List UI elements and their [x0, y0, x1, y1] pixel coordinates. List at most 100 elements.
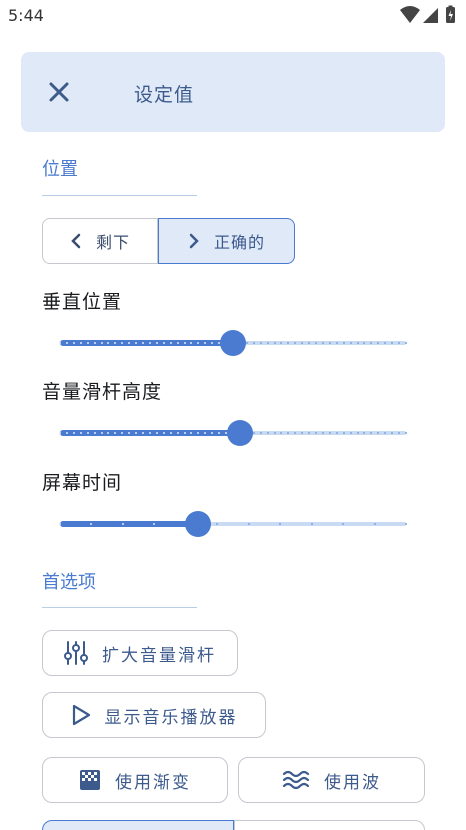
slider-tick: [86, 432, 89, 434]
wave-icon: [282, 770, 310, 790]
slider-tick: [148, 342, 151, 344]
slider-thumb[interactable]: [185, 511, 212, 537]
slider-tick: [183, 432, 186, 434]
position-right-label: 正确的: [213, 233, 265, 252]
expand-volume-slider-button[interactable]: 扩大音量滑杆: [42, 630, 238, 676]
slider-tick: [259, 342, 262, 344]
position-left-button[interactable]: 剩下: [42, 218, 158, 264]
section-label-preferences: 首选项: [42, 572, 96, 593]
battery-icon: [446, 5, 455, 23]
slider-label-screen-time: 屏幕时间: [42, 472, 123, 494]
section-divider: [42, 195, 197, 196]
play-icon: [72, 704, 90, 726]
show-music-player-button[interactable]: 显示音乐播放器: [42, 692, 266, 738]
screen-time-slider[interactable]: [59, 509, 407, 539]
vertical-position-slider[interactable]: [59, 328, 407, 358]
slider-tick: [176, 342, 179, 344]
use-gradient-button[interactable]: 使用渐变: [42, 757, 228, 803]
slider-tick: [72, 432, 75, 434]
slider-track-inactive: [233, 341, 406, 345]
slider-tick: [266, 432, 269, 434]
chevron-left-icon: [71, 233, 81, 249]
use-wave-button[interactable]: 使用波: [238, 757, 425, 803]
slider-tick: [373, 523, 376, 525]
page-title: 设定值: [134, 84, 195, 106]
slider-tick: [93, 342, 96, 344]
slider-tick: [335, 342, 338, 344]
slider-tick: [342, 342, 345, 344]
section-divider: [42, 607, 197, 608]
slider-label-volume-height: 音量滑杆高度: [42, 381, 163, 403]
slider-tick: [121, 523, 124, 525]
slider-tick: [247, 523, 250, 525]
slider-tick: [142, 342, 145, 344]
slider-tick: [93, 432, 96, 434]
use-wave-label: 使用波: [324, 772, 381, 793]
slider-tick: [169, 432, 172, 434]
slider-tick: [142, 432, 145, 434]
slider-tick: [328, 432, 331, 434]
slider-tick: [59, 342, 61, 344]
slider-tick: [321, 342, 324, 344]
wifi-icon: [400, 6, 420, 23]
slider-tick: [405, 342, 407, 344]
settings-header: 设定值: [21, 52, 445, 132]
slider-tick: [155, 432, 158, 434]
slider-tick: [310, 523, 313, 525]
slider-tick: [349, 342, 352, 344]
position-left-label: 剩下: [95, 233, 130, 252]
slider-tick: [321, 432, 324, 434]
slider-tick: [183, 342, 186, 344]
slider-tick: [100, 342, 103, 344]
slider-tick: [100, 432, 103, 434]
slider-tick: [155, 342, 158, 344]
show-music-player-label: 显示音乐播放器: [104, 707, 238, 728]
slider-tick: [59, 523, 61, 525]
slider-tick: [328, 342, 331, 344]
slider-track-active: [60, 340, 233, 346]
slider-tick: [72, 342, 75, 344]
slider-tick: [65, 432, 68, 434]
slider-tick: [86, 342, 89, 344]
slider-tick: [349, 432, 352, 434]
bottom-toggle-right[interactable]: [234, 820, 425, 830]
slider-tick: [405, 432, 407, 434]
gradient-icon: [80, 770, 100, 790]
slider-tick: [356, 342, 359, 344]
tune-sliders-icon: [64, 641, 88, 665]
slider-thumb[interactable]: [220, 330, 246, 356]
chevron-right-icon: [189, 233, 199, 249]
slider-tick: [148, 432, 151, 434]
slider-tick: [79, 342, 82, 344]
slider-thumb[interactable]: [226, 420, 253, 446]
slider-tick: [162, 432, 165, 434]
slider-tick: [79, 432, 82, 434]
slider-tick: [259, 432, 262, 434]
slider-tick: [65, 342, 68, 344]
slider-tick: [162, 342, 165, 344]
volume-slider-height-slider[interactable]: [59, 418, 407, 448]
close-icon[interactable]: [47, 80, 71, 104]
signal-icon: [423, 8, 438, 23]
slider-tick: [245, 342, 248, 344]
slider-tick: [169, 342, 172, 344]
position-right-button[interactable]: 正确的: [158, 218, 295, 264]
slider-tick: [315, 342, 318, 344]
status-icons: [400, 5, 458, 27]
slider-tick: [315, 432, 318, 434]
section-label-position: 位置: [42, 159, 78, 180]
slider-tick: [252, 342, 255, 344]
bottom-toggle-left[interactable]: [42, 820, 234, 830]
slider-tick: [356, 432, 359, 434]
expand-volume-slider-label: 扩大音量滑杆: [102, 645, 216, 666]
slider-tick: [59, 432, 61, 434]
slider-tick: [335, 432, 338, 434]
slider-track-active: [60, 521, 199, 527]
status-bar: 5:44: [0, 0, 466, 32]
slider-tick: [266, 342, 269, 344]
slider-tick: [405, 523, 407, 525]
slider-label-vertical-position: 垂直位置: [42, 291, 123, 313]
slider-tick: [252, 432, 255, 434]
slider-tick: [176, 432, 179, 434]
slider-tick: [273, 432, 276, 434]
